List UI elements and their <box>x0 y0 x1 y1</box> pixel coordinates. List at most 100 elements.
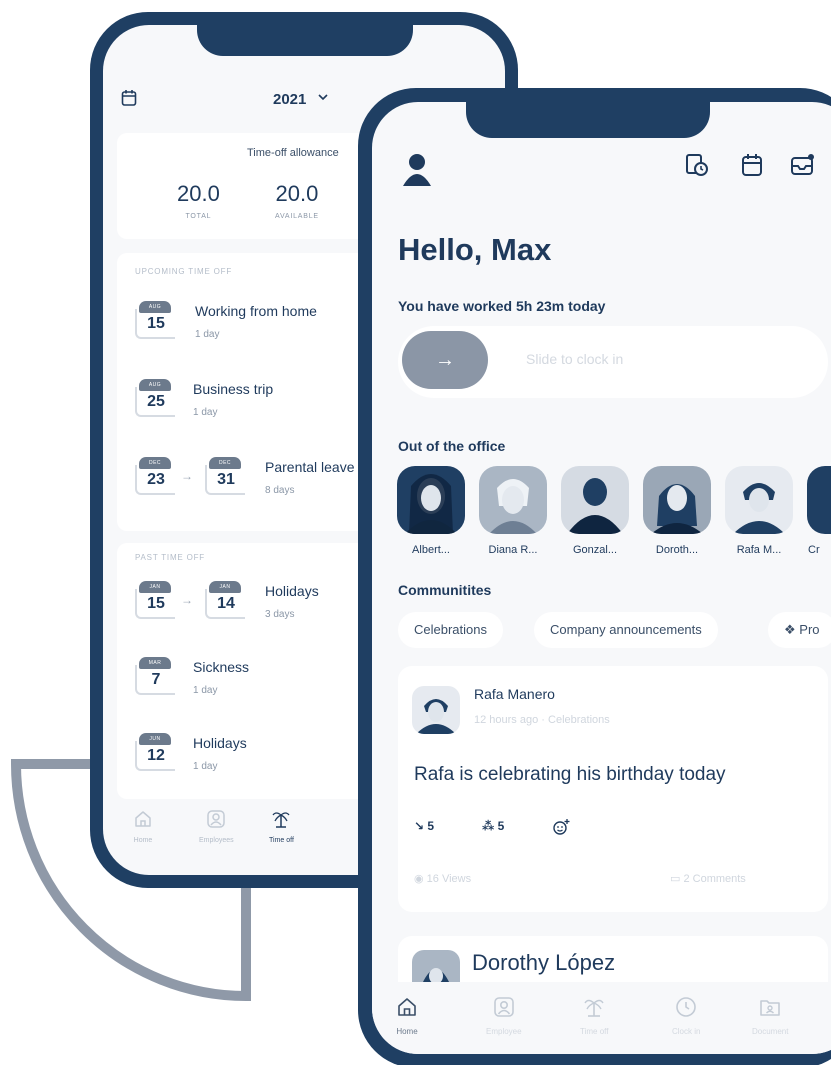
date-badge-end: DEC 31 <box>205 457 245 495</box>
chevron-down-icon[interactable] <box>318 93 328 101</box>
nav-clock-in[interactable]: Clock in <box>672 996 700 1036</box>
community-chip[interactable]: ❖ Pro <box>768 612 831 648</box>
event-duration: 1 day <box>193 685 218 696</box>
palm-tree-icon <box>272 812 290 828</box>
date-badge-end: JAN 14 <box>205 581 245 619</box>
nav-home[interactable]: Home <box>396 996 418 1036</box>
nav-home[interactable]: Home <box>133 809 153 844</box>
reaction-button[interactable]: ⁂ 5 <box>482 812 504 840</box>
home-icon <box>398 998 416 1016</box>
date-badge-start: JAN 15 <box>135 581 175 619</box>
calendar-icon[interactable] <box>121 89 137 107</box>
date-badge: AUG 25 <box>135 379 175 417</box>
slider-knob[interactable]: → <box>402 331 488 389</box>
arrow-right-icon: → <box>181 593 193 607</box>
user-avatar-icon[interactable] <box>398 148 436 188</box>
event-title[interactable]: Business trip <box>193 381 273 397</box>
person-photo <box>479 466 547 534</box>
nav-time-off[interactable]: Time off <box>580 996 608 1036</box>
ooo-person[interactable]: Rafa M... <box>722 466 796 556</box>
date-badge-start: DEC 23 <box>135 457 175 495</box>
add-emoji-icon <box>553 818 570 835</box>
clock-icon <box>676 997 697 1017</box>
arrow-right-icon: → <box>181 469 193 483</box>
ooo-person[interactable]: Diana R... <box>476 466 550 556</box>
date-badge: MAR 7 <box>135 657 175 695</box>
slider-text: Slide to clock in <box>526 351 624 367</box>
event-title[interactable]: Sickness <box>193 659 249 675</box>
stat-available-value: 20.0 <box>275 181 319 206</box>
home-icon <box>135 811 151 827</box>
post-views: ◉ 16 Views <box>414 873 472 885</box>
post-author-name[interactable]: Rafa Manero <box>474 686 555 702</box>
post-author-avatar[interactable] <box>412 950 460 984</box>
party-popper-icon: ↘ <box>414 819 428 833</box>
event-title[interactable]: Working from home <box>195 303 317 319</box>
stat-total-label: TOTAL <box>185 213 212 220</box>
clock-history-icon[interactable] <box>684 152 710 178</box>
inbox-notification-icon[interactable] <box>790 152 816 178</box>
event-title[interactable]: Holidays <box>265 583 319 599</box>
event-title[interactable]: Parental leave <box>265 459 355 475</box>
nav-time-off[interactable]: Time off <box>269 809 294 844</box>
post-author-name[interactable]: Dorothy López <box>472 950 615 976</box>
year-selector[interactable]: 2021 <box>273 91 306 108</box>
person-photo <box>807 466 831 534</box>
comment-icon: ▭ <box>670 873 684 885</box>
person-photo <box>643 466 711 534</box>
home-bottom-nav: Home Employee Time off Clock in Document <box>372 982 831 1054</box>
nav-document[interactable]: Document <box>752 996 788 1036</box>
add-reaction-button[interactable] <box>552 812 570 840</box>
community-chip[interactable]: Company announcements <box>534 612 718 648</box>
post-author-avatar[interactable] <box>412 686 460 734</box>
event-duration: 1 day <box>193 761 218 772</box>
palm-tree-icon <box>584 999 604 1017</box>
nav-employee[interactable]: Employee <box>486 996 522 1036</box>
meta-separator: · <box>541 714 549 726</box>
post-comments[interactable]: ▭ 2 Comments <box>670 872 746 885</box>
home-screen: Hello, Max You have worked 5h 23m today … <box>372 102 831 1054</box>
community-chip[interactable]: Celebrations <box>398 612 503 648</box>
person-photo <box>561 466 629 534</box>
confetti-icon: ⁂ <box>482 819 498 833</box>
event-duration: 3 days <box>265 609 295 620</box>
phone-notch <box>197 12 413 56</box>
home-phone: Hello, Max You have worked 5h 23m today … <box>358 88 831 1065</box>
communities-title: Communitites <box>398 582 492 598</box>
clock-in-slider[interactable]: → Slide to clock in <box>398 326 828 398</box>
date-badge: AUG 15 <box>135 301 175 339</box>
ooo-person[interactable]: Albert... <box>394 466 468 556</box>
past-title: PAST TIME OFF <box>135 553 205 562</box>
employees-icon <box>207 810 226 828</box>
post-body: Rafa is celebrating his birthday today <box>414 764 726 785</box>
document-icon <box>760 1000 781 1016</box>
upcoming-title: UPCOMING TIME OFF <box>135 267 233 276</box>
eye-icon: ◉ <box>414 873 427 885</box>
megaphone-icon: ❖ <box>784 622 800 637</box>
post-meta: 12 hours ago · Celebrations <box>474 714 610 726</box>
ooo-person[interactable]: Gonzal... <box>558 466 632 556</box>
event-duration: 1 day <box>195 329 220 340</box>
stat-available-label: AVAILABLE <box>275 213 319 220</box>
stat-total-value: 20.0 <box>177 181 220 206</box>
employee-icon <box>493 997 514 1017</box>
greeting-title: Hello, Max <box>398 232 552 267</box>
stat-available: 20.0 AVAILABLE <box>275 181 319 220</box>
event-title[interactable]: Holidays <box>193 735 247 751</box>
reaction-button[interactable]: ↘ 5 <box>414 812 434 840</box>
post-card[interactable]: Rafa Manero 12 hours ago · Celebrations … <box>398 666 828 912</box>
nav-employees[interactable]: Employees <box>199 809 234 844</box>
event-duration: 1 day <box>193 407 218 418</box>
person-photo <box>397 466 465 534</box>
person-photo <box>725 466 793 534</box>
stat-total: 20.0 TOTAL <box>177 181 220 220</box>
phone-notch <box>466 88 710 138</box>
event-duration: 8 days <box>265 485 295 496</box>
worked-time-text: You have worked 5h 23m today <box>398 298 606 314</box>
ooo-person[interactable]: Doroth... <box>640 466 714 556</box>
out-of-office-title: Out of the office <box>398 438 506 454</box>
date-badge: JUN 12 <box>135 733 175 771</box>
allowance-title: Time-off allowance <box>247 147 339 159</box>
ooo-person[interactable]: Cr <box>804 466 831 556</box>
calendar-icon[interactable] <box>740 152 764 178</box>
